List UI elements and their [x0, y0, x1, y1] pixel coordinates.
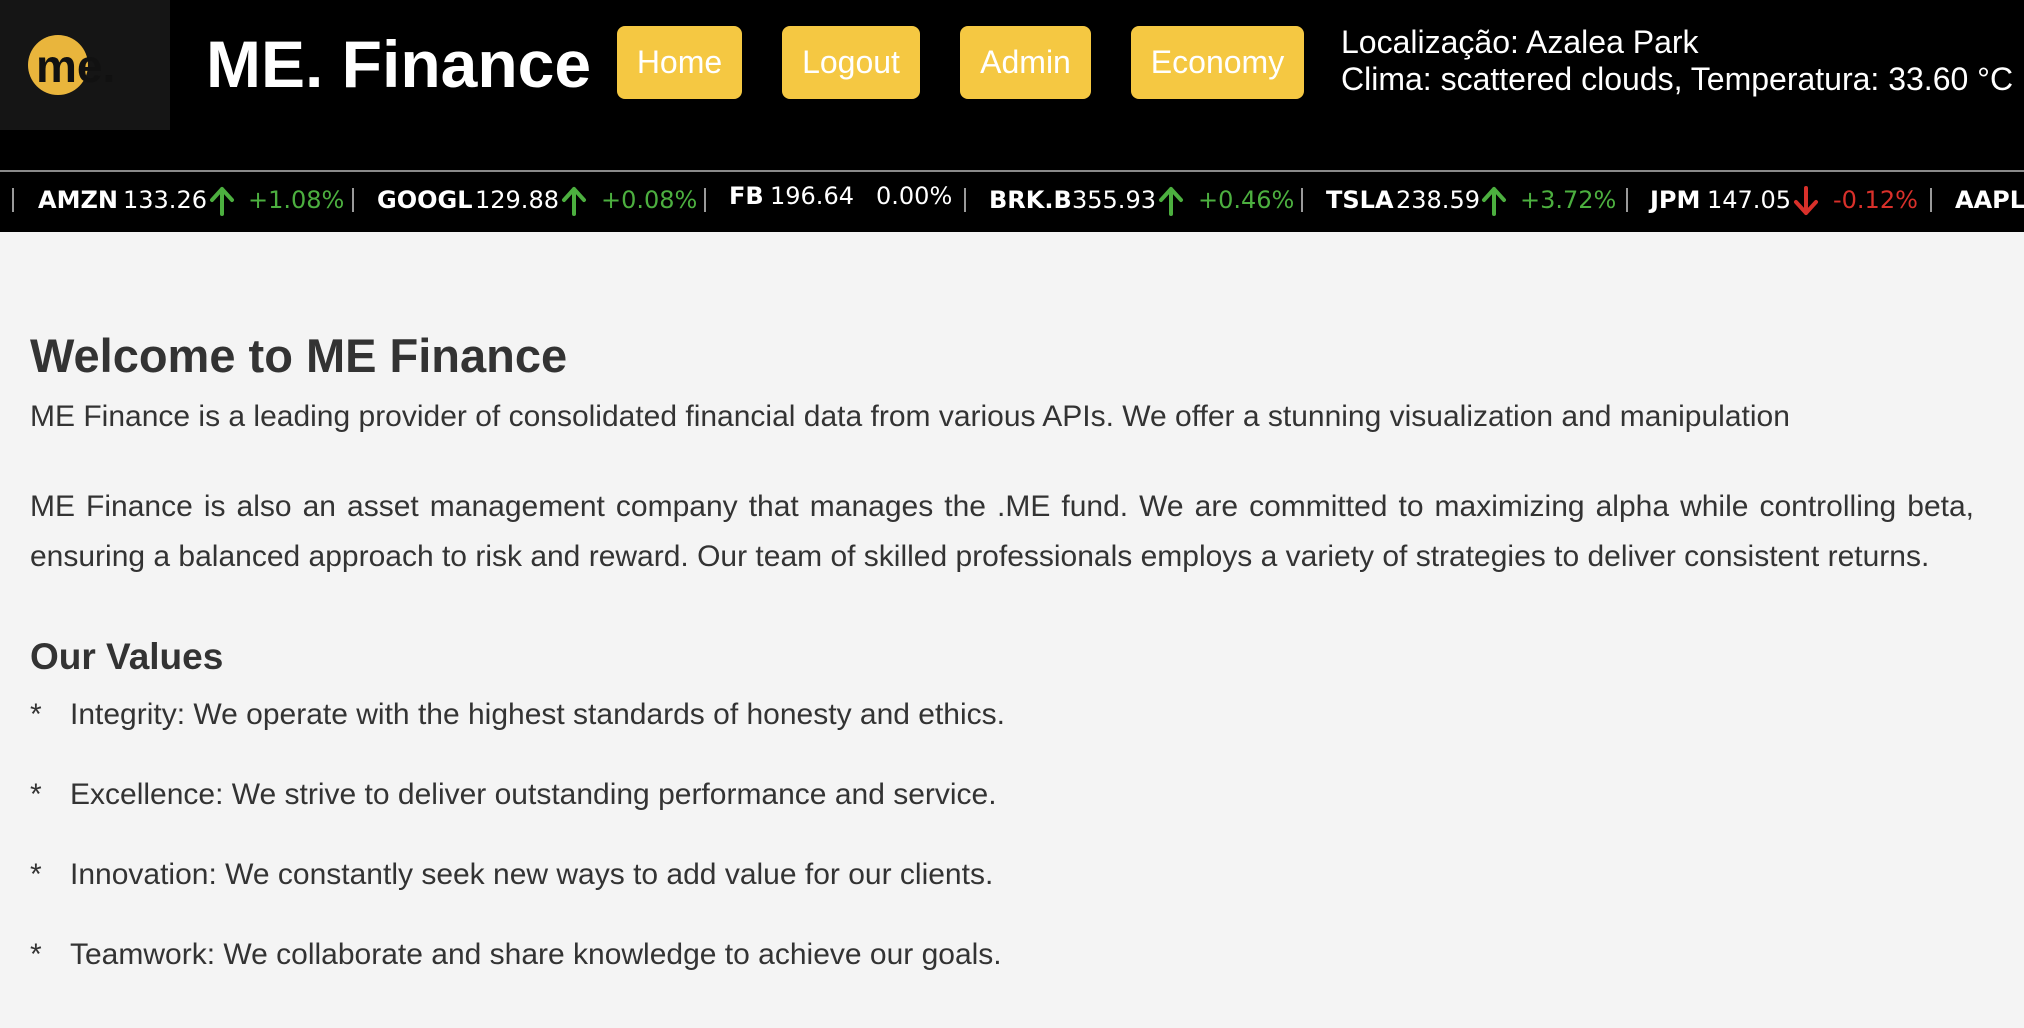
ticker-change: +1.08% [248, 186, 345, 214]
ticker-symbol[interactable]: TSLA [1326, 184, 1394, 216]
economy-button[interactable]: Economy [1131, 26, 1304, 99]
ticker-symbol[interactable]: BRK.B [989, 184, 1072, 216]
ticker-separator [1930, 188, 1932, 212]
value-text: Innovation: We constantly seek new ways … [70, 858, 994, 891]
ticker-symbol[interactable]: AMZN [38, 184, 118, 216]
about-paragraph: ME Finance is also an asset management c… [30, 490, 1974, 573]
location-text: Localização: Azalea Park [1341, 24, 1699, 60]
intro-paragraph: ME Finance is a leading provider of cons… [30, 400, 1790, 433]
main-content: Welcome to ME Finance ME Finance is a le… [30, 320, 1974, 1010]
site-title: ME. Finance [206, 27, 592, 101]
bullet: * [30, 858, 42, 891]
ticker-symbol[interactable]: GOOGL [377, 184, 473, 216]
page-title: Welcome to ME Finance [30, 329, 568, 382]
ticker-change: +0.08% [601, 186, 698, 214]
ticker-separator [1301, 188, 1303, 212]
ticker-change: +0.46% [1198, 186, 1295, 214]
list-item: * Excellence: We strive to deliver outsta… [30, 770, 1974, 850]
ticker-symbol[interactable]: AAPL [1955, 184, 2024, 216]
arrow-up-icon [1159, 187, 1183, 216]
header: me. ME. Finance Home Logout Admin Econom… [0, 0, 2024, 171]
value-text: Integrity: We operate with the highest s… [70, 698, 1005, 731]
list-item: * Teamwork: We collaborate and share know… [30, 930, 1974, 1010]
values-list: * Integrity: We operate with the highest … [30, 690, 1974, 1010]
ticker-separator [964, 188, 966, 212]
ticker-separator [1626, 188, 1628, 212]
ticker-price: 196.64 [770, 182, 854, 210]
bullet: * [30, 698, 42, 731]
home-button[interactable]: Home [617, 26, 742, 99]
ticker-symbol[interactable]: FB [729, 180, 764, 212]
ticker-change: 0.00% [876, 182, 953, 210]
logout-button[interactable]: Logout [782, 26, 920, 99]
climate-text: Clima: scattered clouds, Temperatura: 33… [1341, 61, 2014, 97]
admin-button[interactable]: Admin [960, 26, 1091, 99]
logo-text: me. [36, 40, 115, 92]
values-heading: Our Values [30, 636, 224, 677]
ticker-symbol[interactable]: JPM [1650, 184, 1700, 216]
arrow-up-icon [1482, 187, 1506, 216]
ticker-price: 129.88 [475, 186, 559, 214]
ticker-separator [12, 188, 14, 212]
ticker-price: 147.05 [1707, 186, 1791, 214]
list-item: * Integrity: We operate with the highest … [30, 690, 1974, 770]
ticker-change: -0.12% [1833, 186, 1918, 214]
ticker-change: +3.72% [1520, 186, 1617, 214]
bullet: * [30, 938, 42, 971]
list-item: * Innovation: We constantly seek new ways… [30, 850, 1974, 930]
ticker-separator [352, 188, 354, 212]
bullet: * [30, 778, 42, 811]
arrow-up-icon [562, 187, 586, 216]
value-text: Excellence: We strive to deliver outstan… [70, 778, 997, 811]
value-text: Teamwork: We collaborate and share knowl… [70, 938, 1002, 971]
stock-ticker: AMZN 133.26 +1.08% GOOGL 129.88 +0.08% F… [0, 172, 2024, 232]
weather-info: Localização: Azalea Park Clima: scattere… [1341, 24, 2013, 98]
ticker-price: 355.93 [1072, 186, 1156, 214]
logo-icon: me. [28, 35, 115, 95]
ticker-price: 133.26 [123, 186, 207, 214]
logo[interactable]: me. [0, 0, 170, 130]
ticker-price: 238.59 [1396, 186, 1480, 214]
arrow-down-icon [1794, 186, 1818, 215]
ticker-separator [704, 188, 706, 212]
arrow-up-icon [210, 187, 234, 216]
